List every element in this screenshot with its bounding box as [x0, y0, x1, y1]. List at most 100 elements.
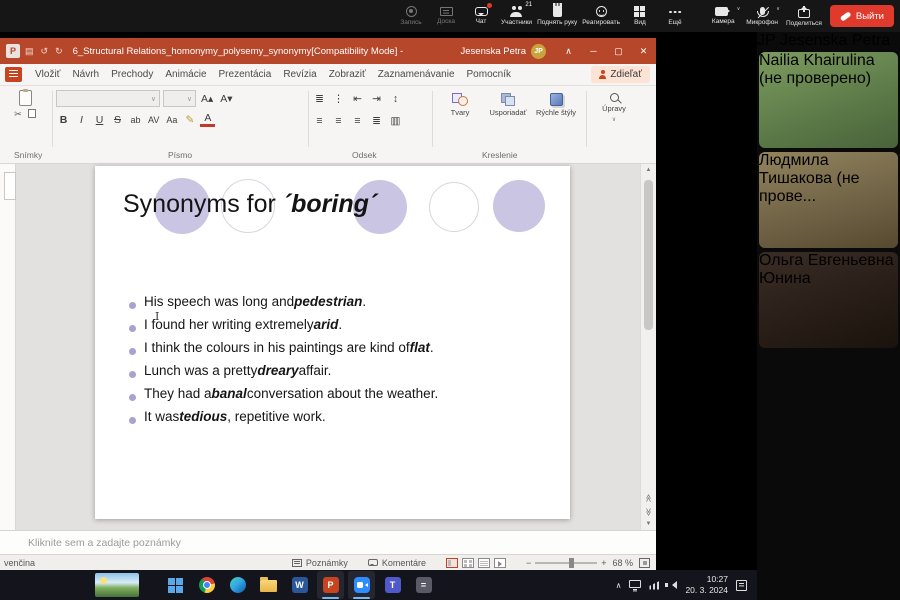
zoom-out-button[interactable]: −: [526, 558, 531, 568]
undo-icon[interactable]: ↺: [41, 46, 49, 57]
zoom-slider[interactable]: [535, 562, 597, 564]
network-icon[interactable]: [649, 581, 660, 590]
highlight-color-button[interactable]: ✎: [182, 111, 197, 128]
paste-button[interactable]: [19, 90, 32, 106]
participant-video-tile[interactable]: [759, 520, 898, 600]
strikethrough-button[interactable]: S: [110, 111, 125, 128]
record-button[interactable]: Запись: [396, 0, 426, 32]
view-button[interactable]: Вид: [625, 0, 655, 32]
slide-body-text[interactable]: His speech was long and pedestrian. I fo…: [129, 294, 549, 432]
tab-zobrazit[interactable]: Zobraziť: [323, 69, 372, 80]
tab-animacie[interactable]: Animácie: [159, 69, 212, 80]
copy-icon[interactable]: [28, 109, 36, 118]
display-icon[interactable]: [629, 580, 641, 588]
character-spacing-button[interactable]: AV: [146, 111, 161, 128]
start-button[interactable]: [162, 571, 189, 599]
zoom-level[interactable]: 68 %: [612, 558, 633, 568]
slide-sorter-view-button[interactable]: [462, 558, 474, 568]
columns-button[interactable]: ▥: [388, 112, 403, 129]
scroll-up-arrow[interactable]: ▲: [646, 167, 652, 173]
underline-button[interactable]: U: [92, 111, 107, 128]
taskbar-explorer[interactable]: [255, 571, 282, 599]
taskbar-calculator[interactable]: =: [410, 571, 437, 599]
normal-view-button[interactable]: [446, 558, 458, 568]
weather-widget[interactable]: [95, 573, 139, 597]
tab-navrh[interactable]: Návrh: [66, 69, 105, 80]
camera-button[interactable]: ∨ Камера: [708, 0, 738, 32]
grow-font-button[interactable]: A▴: [199, 90, 215, 107]
ppt-titlebar[interactable]: P ▤ ↺ ↻ 6_Structural Relations_homonymy_…: [0, 38, 656, 64]
notification-center-icon[interactable]: [736, 580, 747, 591]
increase-indent-button[interactable]: ⇥: [369, 90, 384, 107]
account-area[interactable]: Jesenska Petra JP: [461, 44, 546, 59]
tab-prezentacia[interactable]: Prezentácia: [213, 69, 278, 80]
share-button[interactable]: Zdieľať: [591, 66, 650, 83]
text-shadow-button[interactable]: ab: [128, 111, 143, 128]
reading-view-button[interactable]: [478, 558, 490, 568]
volume-icon[interactable]: [668, 581, 677, 589]
next-slide-button[interactable]: ≫: [644, 508, 653, 515]
bold-button[interactable]: B: [56, 111, 71, 128]
leave-meeting-button[interactable]: Выйти: [830, 5, 894, 27]
maximize-button[interactable]: ▢: [606, 38, 631, 64]
align-center-button[interactable]: ≡: [331, 112, 346, 129]
arrange-button[interactable]: Usporiadať: [484, 88, 532, 118]
notes-toggle[interactable]: Poznámky: [292, 558, 348, 568]
taskbar-powerpoint[interactable]: P: [317, 571, 344, 599]
slide-title[interactable]: Synonyms for ´boring´: [123, 190, 377, 219]
align-right-button[interactable]: ≡: [350, 112, 365, 129]
shrink-font-button[interactable]: A▾: [218, 90, 234, 107]
numbering-button[interactable]: ⋮: [331, 90, 346, 107]
participants-button[interactable]: 21 Участники: [501, 0, 532, 32]
taskbar-zoom[interactable]: [348, 571, 375, 599]
whiteboard-button[interactable]: Доска: [431, 0, 461, 32]
participant-video-tile[interactable]: Людмила Тишакова (не прове...: [759, 152, 898, 248]
zoom-in-button[interactable]: +: [601, 558, 606, 568]
slides-thumbnail-panel[interactable]: [0, 164, 16, 530]
italic-button[interactable]: I: [74, 111, 89, 128]
participant-video-tile[interactable]: Nailia Khairulina (не проверено): [759, 52, 898, 148]
editing-button[interactable]: Úpravy ∨: [590, 88, 638, 124]
justify-button[interactable]: ≣: [369, 112, 384, 129]
mic-chevron-icon[interactable]: ∨: [776, 6, 780, 12]
slideshow-view-button[interactable]: [494, 558, 506, 568]
file-tab[interactable]: [5, 67, 22, 82]
react-button[interactable]: Реагировать: [582, 0, 620, 32]
tab-zaznamenavanie[interactable]: Zaznamenávanie: [372, 69, 461, 80]
tray-expand-icon[interactable]: ∧: [616, 581, 622, 590]
slide-canvas[interactable]: Synonyms for ´boring´ His speech was lon…: [95, 166, 570, 519]
line-spacing-button[interactable]: ↕: [388, 90, 403, 107]
account-avatar[interactable]: JP: [531, 44, 546, 59]
tab-prechody[interactable]: Prechody: [105, 69, 159, 80]
notes-pane[interactable]: Kliknite sem a zadajte poznámky: [0, 530, 656, 554]
fit-to-window-button[interactable]: [639, 558, 650, 568]
align-left-button[interactable]: ≡: [312, 112, 327, 129]
taskbar-edge[interactable]: [224, 571, 251, 599]
decrease-indent-button[interactable]: ⇤: [350, 90, 365, 107]
taskbar-word[interactable]: W: [286, 571, 313, 599]
font-size-combo[interactable]: ∨: [163, 90, 196, 107]
tab-revizia[interactable]: Revízia: [277, 69, 322, 80]
save-icon[interactable]: ▤: [25, 46, 34, 57]
ribbon-options-button[interactable]: ∧: [556, 38, 581, 64]
more-button[interactable]: Ещё: [660, 0, 690, 32]
change-case-button[interactable]: Aa: [164, 111, 179, 128]
previous-slide-button[interactable]: ≪: [644, 494, 653, 501]
vertical-scrollbar[interactable]: ▲ ≪ ≫ ▼: [640, 164, 656, 530]
bullets-button[interactable]: ≣: [312, 90, 327, 107]
cut-icon[interactable]: ✂: [14, 109, 22, 120]
camera-chevron-icon[interactable]: ∨: [737, 6, 741, 12]
language-indicator[interactable]: venčina: [4, 558, 35, 568]
raise-hand-button[interactable]: Поднять руку: [537, 0, 577, 32]
font-name-combo[interactable]: ∨: [56, 90, 160, 107]
chat-button[interactable]: Чат: [466, 0, 496, 32]
tab-pomocnik[interactable]: Pomocník: [461, 69, 517, 80]
minimize-button[interactable]: ─: [581, 38, 606, 64]
share-screen-button[interactable]: Поделиться: [786, 0, 822, 32]
scrollbar-thumb[interactable]: [644, 180, 653, 330]
font-color-button[interactable]: A: [200, 113, 215, 127]
tab-vlozit[interactable]: Vložiť: [29, 69, 66, 80]
participant-video-tile[interactable]: Ольга Евгеньевна Юнина: [759, 252, 898, 348]
self-avatar[interactable]: JP: [757, 32, 775, 49]
shapes-button[interactable]: Tvary: [436, 88, 484, 118]
